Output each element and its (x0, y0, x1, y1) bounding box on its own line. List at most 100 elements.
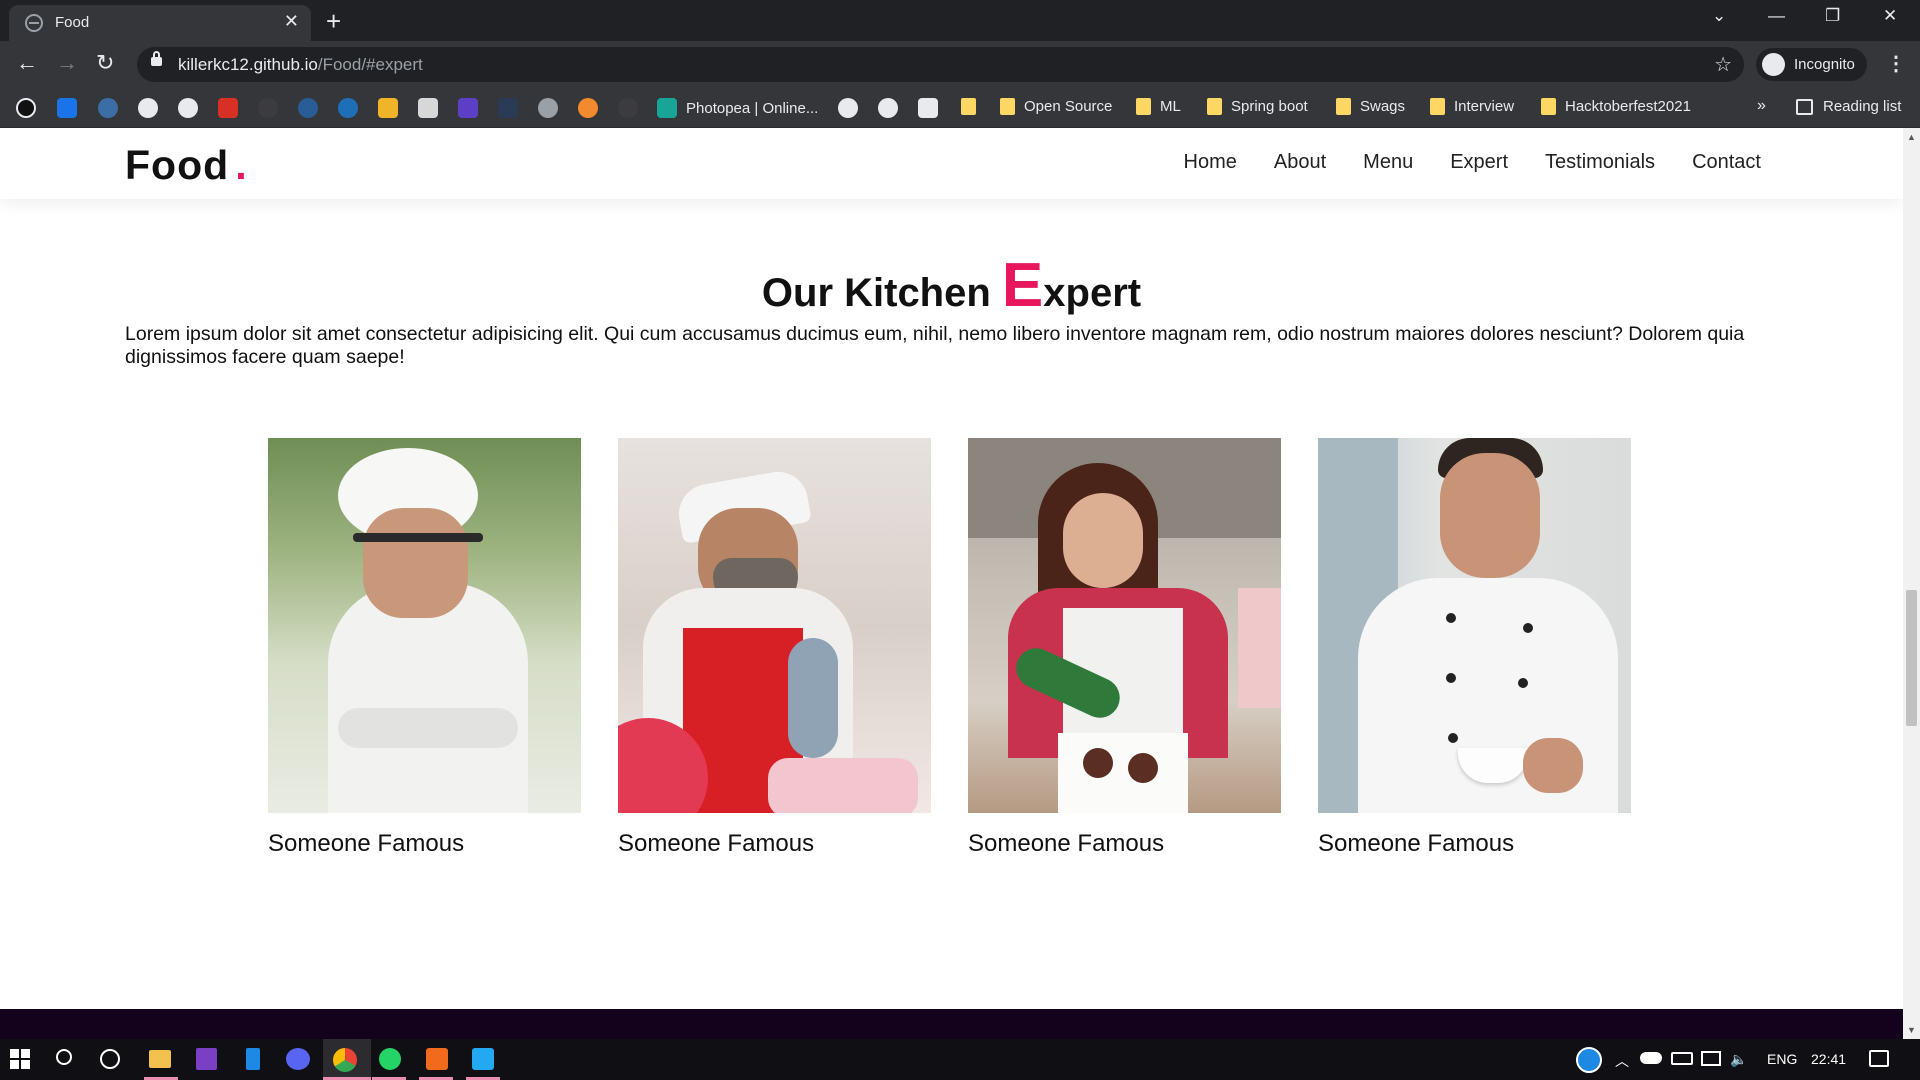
nav-link-expert[interactable]: Expert (1450, 151, 1508, 174)
folder-icon (1336, 98, 1351, 115)
bookmark-folder-spring-boot[interactable]: Spring boot (1207, 98, 1308, 115)
site-logo[interactable]: Food. (125, 142, 248, 189)
expert-card: Someone Famous (618, 438, 931, 858)
nav-link-menu[interactable]: Menu (1363, 151, 1413, 174)
scroll-down-arrow-icon[interactable]: ▼ (1907, 1025, 1916, 1035)
scroll-up-arrow-icon[interactable]: ▲ (1907, 132, 1916, 142)
search-icon[interactable] (56, 1049, 72, 1065)
bookmark-cloud-icon[interactable] (298, 98, 318, 118)
bookmark-folder-ml[interactable]: ML (1136, 98, 1181, 115)
page-scrollbar[interactable]: ▲ ▼ (1903, 128, 1920, 1039)
bookmark-photopea[interactable]: Photopea | Online... (657, 98, 818, 118)
expert-card: Someone Famous (268, 438, 581, 858)
show-hidden-icons-icon[interactable]: ︿ (1615, 1051, 1629, 1071)
bookmark-star-icon[interactable]: ☆ (1714, 52, 1732, 77)
browser-tab-strip: Food ✕ + ⌄ — ❐ ✕ (0, 0, 1920, 41)
expert-name: Someone Famous (268, 830, 465, 857)
expert-photo (1318, 438, 1631, 813)
bookmark-github-icon[interactable] (178, 98, 198, 118)
onedrive-icon[interactable] (1640, 1052, 1662, 1064)
bookmark-brush-icon[interactable] (378, 98, 398, 118)
language-indicator[interactable]: ENG (1767, 1051, 1797, 1067)
scrollbar-thumb[interactable] (1906, 590, 1917, 726)
expert-photo (268, 438, 581, 813)
close-tab-icon[interactable]: ✕ (284, 11, 299, 32)
bookmark-shield-icon[interactable] (538, 98, 558, 118)
bookmark-globe-icon[interactable] (138, 98, 158, 118)
lock-icon[interactable] (151, 51, 162, 66)
xampp-icon[interactable] (426, 1048, 448, 1070)
nav-link-home[interactable]: Home (1184, 151, 1237, 174)
reading-list-icon (1796, 98, 1813, 115)
section-title: Our Kitchen Expert (761, 251, 1142, 320)
bookmark-pdf-icon[interactable] (218, 98, 238, 118)
chrome-icon[interactable] (333, 1048, 357, 1072)
bookmark-avatar-icon[interactable] (418, 98, 438, 118)
back-button[interactable]: ← (16, 50, 38, 76)
bookmark-purple-app-icon[interactable] (458, 98, 478, 118)
expert-name: Someone Famous (1318, 830, 1515, 857)
bookmark-folder-interview[interactable]: Interview (1430, 98, 1514, 115)
reload-button[interactable]: ↻ (96, 50, 114, 76)
onenote-icon[interactable] (196, 1048, 217, 1070)
bookmark-folder-swags[interactable]: Swags (1336, 98, 1405, 115)
browser-menu-icon[interactable]: ⋮ (1886, 51, 1906, 76)
bookmark-angular-icon[interactable] (16, 98, 36, 118)
site-nav: Home About Menu Expert Testimonials Cont… (1184, 151, 1761, 174)
battery-icon[interactable] (1671, 1052, 1693, 1065)
minimize-button[interactable]: — (1768, 6, 1785, 26)
bookmark-helmet-icon[interactable] (98, 98, 118, 118)
reading-list-button[interactable]: Reading list (1796, 98, 1901, 115)
globe-icon (25, 14, 43, 32)
bookmark-blue-dot-icon[interactable] (338, 98, 358, 118)
expert-card: Someone Famous (1318, 438, 1631, 858)
site-header: Food. Home About Menu Expert Testimonial… (0, 128, 1903, 199)
vscode-icon[interactable] (472, 1048, 494, 1070)
notes-app-icon[interactable] (246, 1048, 260, 1070)
nav-link-testimonials[interactable]: Testimonials (1545, 151, 1655, 174)
bookmark-globe-icon[interactable] (878, 98, 898, 118)
expert-photo (618, 438, 931, 813)
bookmark-folder-hacktoberfest[interactable]: Hacktoberfest2021 (1541, 98, 1691, 115)
incognito-icon (1762, 53, 1785, 76)
forward-button[interactable]: → (56, 50, 78, 76)
bookmark-folder-unnamed[interactable] (961, 98, 976, 115)
file-explorer-icon[interactable] (149, 1050, 171, 1068)
folder-icon (1541, 98, 1556, 115)
browser-tab[interactable]: Food ✕ (9, 5, 311, 41)
cortana-icon[interactable] (100, 1049, 120, 1069)
new-tab-button[interactable]: + (326, 6, 341, 37)
windows-start-icon[interactable] (10, 1049, 30, 1069)
incognito-profile-button[interactable]: Incognito (1756, 48, 1867, 81)
bookmark-github-dark-icon[interactable] (618, 98, 638, 118)
nav-link-contact[interactable]: Contact (1692, 151, 1761, 174)
bookmark-github-dark-icon[interactable] (258, 98, 278, 118)
volume-icon[interactable]: 🔈 (1730, 1051, 1747, 1068)
tab-search-icon[interactable]: ⌄ (1712, 6, 1726, 26)
clock[interactable]: 22:41 (1811, 1051, 1846, 1067)
discord-icon[interactable] (286, 1048, 310, 1070)
address-bar[interactable]: killerkc12.github.io/Food/#expert ☆ (137, 47, 1744, 82)
bookmark-orange-icon[interactable] (578, 98, 598, 118)
bookmark-blue-app-icon[interactable] (57, 98, 77, 118)
tab-title: Food (55, 14, 90, 31)
windows-taskbar: ︿ 🔈 ENG 22:41 (0, 1039, 1920, 1080)
restore-button[interactable]: ❐ (1825, 6, 1840, 26)
bookmark-trello-icon[interactable] (918, 98, 938, 118)
page-viewport: Food. Home About Menu Expert Testimonial… (0, 128, 1903, 1039)
url-text: killerkc12.github.io/Food/#expert (178, 55, 423, 74)
expert-name: Someone Famous (968, 830, 1165, 857)
help-icon[interactable] (1576, 1047, 1602, 1073)
more-bookmarks-button[interactable]: » (1757, 97, 1766, 115)
page-footer-edge (0, 1009, 1903, 1039)
bookmark-github-icon[interactable] (838, 98, 858, 118)
bookmark-folder-open-source[interactable]: Open Source (1000, 98, 1112, 115)
nav-link-about[interactable]: About (1274, 151, 1326, 174)
whatsapp-icon[interactable] (379, 1048, 401, 1070)
bookmark-dark-app-icon[interactable] (498, 98, 518, 118)
browser-toolbar: ← → ↻ killerkc12.github.io/Food/#expert … (0, 41, 1920, 88)
folder-icon (1000, 98, 1015, 115)
notifications-icon[interactable] (1869, 1050, 1889, 1067)
close-window-button[interactable]: ✕ (1883, 6, 1897, 26)
network-icon[interactable] (1701, 1051, 1721, 1066)
